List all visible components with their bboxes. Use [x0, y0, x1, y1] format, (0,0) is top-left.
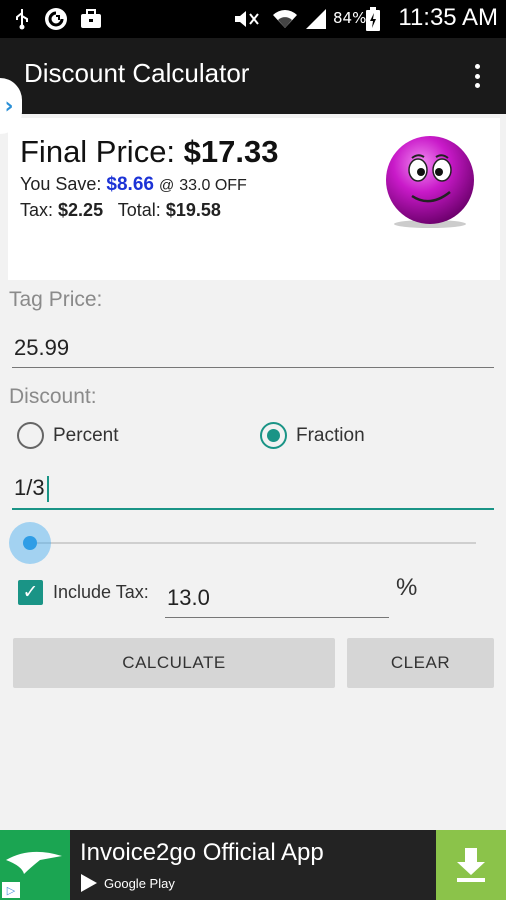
- final-price-value: $17.33: [183, 134, 279, 169]
- include-tax-label: Include Tax:: [53, 582, 149, 602]
- clock: 11:35 AM: [398, 4, 498, 31]
- you-save-line: You Save: $8.66 @ 33.0 OFF: [20, 174, 247, 196]
- at-symbol: @: [158, 177, 175, 194]
- discount-label: Discount:: [9, 385, 97, 408]
- discount-value: 1/3: [14, 474, 45, 500]
- download-icon[interactable]: [436, 830, 506, 900]
- include-tax-checkbox[interactable]: ✓: [18, 580, 43, 605]
- smiley-icon: [386, 136, 474, 228]
- total-value: $19.58: [165, 200, 221, 220]
- tax-rate-input[interactable]: 13.0: [165, 578, 389, 618]
- tag-price-label: Tag Price:: [9, 288, 103, 311]
- percent-radio[interactable]: [17, 422, 44, 449]
- app-title: Discount Calculator: [24, 58, 250, 88]
- mute-icon: [232, 7, 262, 31]
- tax-rate-value: 13.0: [167, 585, 210, 610]
- discount-slider-thumb[interactable]: [23, 536, 37, 550]
- checkmark-icon: ✓: [22, 581, 39, 603]
- ad-banner[interactable]: Invoice2go Official App Google Play ▷: [0, 830, 506, 900]
- status-bar: 84% 11:35 AM: [0, 0, 506, 38]
- play-store-icon: [81, 874, 97, 892]
- result-card: Final Price: $17.33 You Save: $8.66 @ 33…: [8, 118, 500, 280]
- clear-button[interactable]: CLEAR: [347, 638, 494, 688]
- you-save-value: $8.66: [106, 174, 154, 195]
- total-label: Total:: [117, 200, 161, 220]
- signal-icon: [304, 7, 328, 31]
- usb-icon: [14, 7, 30, 31]
- briefcase-icon: [80, 7, 102, 31]
- battery-charging-icon: [366, 7, 380, 31]
- battery-percent: 84%: [333, 9, 367, 27]
- tag-price-value: 25.99: [14, 335, 70, 360]
- fraction-radio[interactable]: [260, 422, 287, 449]
- calculate-button[interactable]: CALCULATE: [13, 638, 335, 688]
- chevron-right-icon: ›: [4, 93, 14, 119]
- wifi-icon: [272, 7, 298, 31]
- fraction-radio-label[interactable]: Fraction: [296, 425, 365, 447]
- discount-input[interactable]: 1/3: [12, 470, 494, 510]
- percent-symbol: %: [396, 574, 418, 601]
- discount-slider-track[interactable]: [30, 542, 476, 544]
- app-bar: Discount Calculator: [0, 38, 506, 114]
- ad-title: Invoice2go Official App: [80, 839, 324, 866]
- final-price-label: Final Price:: [20, 134, 176, 169]
- tax-value: $2.25: [58, 200, 104, 220]
- more-vert-icon[interactable]: [470, 60, 484, 92]
- store-label: Google Play: [104, 875, 175, 891]
- tag-price-input[interactable]: 25.99: [12, 330, 494, 368]
- final-price-line: Final Price: $17.33: [20, 134, 279, 170]
- adchoices-icon[interactable]: ▷: [2, 882, 20, 898]
- sync-icon: [44, 7, 68, 31]
- tax-total-line: Tax: $2.25 Total: $19.58: [20, 200, 221, 221]
- you-save-label: You Save:: [20, 174, 102, 194]
- text-cursor: [46, 476, 49, 502]
- tax-label: Tax:: [20, 200, 54, 220]
- percent-radio-label[interactable]: Percent: [53, 425, 118, 447]
- google-play-badge: Google Play: [80, 873, 175, 893]
- discount-off-text: 33.0 OFF: [179, 177, 247, 194]
